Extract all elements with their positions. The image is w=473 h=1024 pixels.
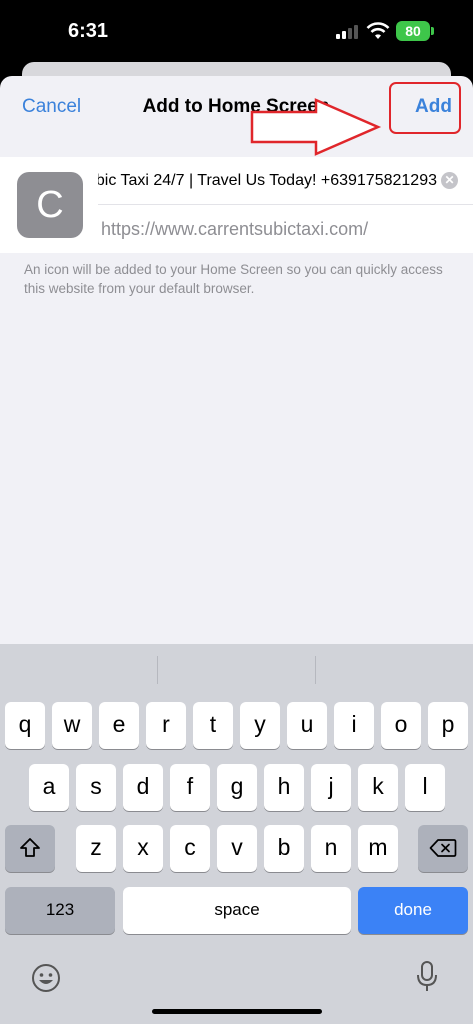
- key-j[interactable]: j: [311, 764, 351, 811]
- keyboard: q w e r t y u i o p a s d f g h j k l z …: [0, 644, 473, 1024]
- key-z[interactable]: z: [76, 825, 116, 872]
- key-k[interactable]: k: [358, 764, 398, 811]
- key-p[interactable]: p: [428, 702, 468, 749]
- key-s[interactable]: s: [76, 764, 116, 811]
- key-u[interactable]: u: [287, 702, 327, 749]
- clear-icon[interactable]: ✕: [441, 172, 458, 189]
- key-q[interactable]: q: [5, 702, 45, 749]
- key-f[interactable]: f: [170, 764, 210, 811]
- shift-icon: [20, 838, 40, 857]
- key-e[interactable]: e: [99, 702, 139, 749]
- site-icon: C: [17, 172, 83, 238]
- key-w[interactable]: w: [52, 702, 92, 749]
- key-n[interactable]: n: [311, 825, 351, 872]
- battery-indicator: 80: [396, 21, 430, 41]
- title-input[interactable]: bic Taxi 24/7 | Travel Us Today! +639175…: [98, 157, 473, 205]
- url-text: https://www.carrentsubictaxi.com/: [101, 219, 369, 239]
- key-d[interactable]: d: [123, 764, 163, 811]
- key-x[interactable]: x: [123, 825, 163, 872]
- wifi-icon: [366, 22, 390, 39]
- cellular-signal-icon: [336, 25, 360, 39]
- key-m[interactable]: m: [358, 825, 398, 872]
- key-a[interactable]: a: [29, 764, 69, 811]
- key-b[interactable]: b: [264, 825, 304, 872]
- key-i[interactable]: i: [334, 702, 374, 749]
- key-l[interactable]: l: [405, 764, 445, 811]
- key-o[interactable]: o: [381, 702, 421, 749]
- nav-bar: Cancel Add to Home Screen Add: [0, 76, 473, 156]
- status-time: 6:31: [68, 20, 109, 42]
- microphone-icon[interactable]: [414, 960, 440, 994]
- key-c[interactable]: c: [170, 825, 210, 872]
- key-h[interactable]: h: [264, 764, 304, 811]
- space-key[interactable]: space: [123, 887, 351, 934]
- done-key[interactable]: done: [358, 887, 468, 934]
- key-v[interactable]: v: [217, 825, 257, 872]
- key-t[interactable]: t: [193, 702, 233, 749]
- battery-tip: [431, 27, 434, 35]
- bookmark-card: C bic Taxi 24/7 | Travel Us Today! +6391…: [0, 157, 473, 253]
- key-r[interactable]: r: [146, 702, 186, 749]
- red-arrow-annotation: [250, 98, 382, 156]
- predictive-divider: [157, 656, 158, 684]
- title-input-value: bic Taxi 24/7 | Travel Us Today! +639175…: [98, 172, 437, 189]
- predictive-divider: [315, 656, 316, 684]
- backspace-icon: [429, 839, 457, 857]
- key-y[interactable]: y: [240, 702, 280, 749]
- add-button-highlight: [389, 82, 461, 134]
- predictive-bar: [0, 644, 473, 690]
- home-indicator: [152, 1009, 322, 1014]
- backspace-key[interactable]: [418, 825, 468, 872]
- hint-text: An icon will be added to your Home Scree…: [24, 262, 443, 296]
- key-g[interactable]: g: [217, 764, 257, 811]
- status-bar: 6:31 80: [0, 0, 473, 62]
- shift-key[interactable]: [5, 825, 55, 872]
- numbers-key[interactable]: 123: [5, 887, 115, 934]
- emoji-icon[interactable]: [30, 962, 62, 994]
